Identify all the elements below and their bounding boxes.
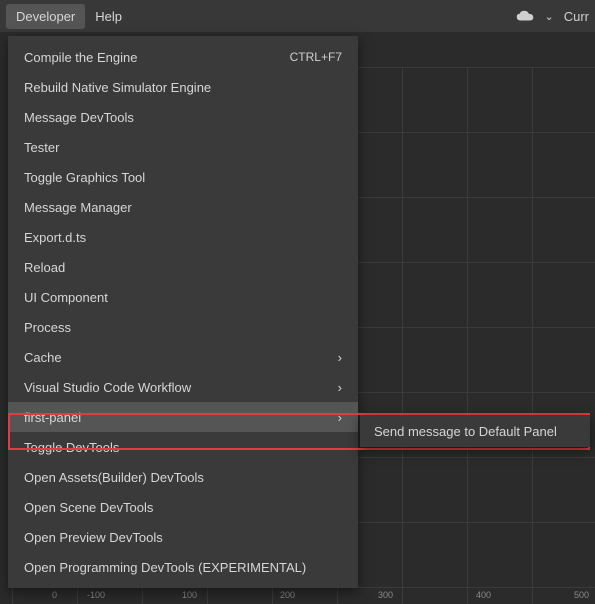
menubar: Developer Help ⌄ Curr xyxy=(0,0,595,32)
dropdown-item-label: UI Component xyxy=(24,290,342,305)
dropdown-item-label: Reload xyxy=(24,260,342,275)
dropdown-item-label: Toggle Graphics Tool xyxy=(24,170,342,185)
dropdown-item-shortcut: CTRL+F7 xyxy=(290,50,342,64)
ruler-horizontal: 0 -100 100 200 300 400 500 xyxy=(12,588,595,600)
dropdown-item-message-manager[interactable]: Message Manager xyxy=(8,192,358,222)
dropdown-item-label: Message Manager xyxy=(24,200,342,215)
submenu-item-label: Send message to Default Panel xyxy=(374,424,557,439)
dropdown-item-open-programming-devtools-experimental[interactable]: Open Programming DevTools (EXPERIMENTAL) xyxy=(8,552,358,582)
dropdown-item-label: Export.d.ts xyxy=(24,230,342,245)
chevron-right-icon: › xyxy=(338,350,342,365)
ruler-tick: 200 xyxy=(280,590,295,600)
dropdown-item-message-devtools[interactable]: Message DevTools xyxy=(8,102,358,132)
chevron-right-icon: › xyxy=(338,380,342,395)
dropdown-item-label: Visual Studio Code Workflow xyxy=(24,380,330,395)
dropdown-item-label: Process xyxy=(24,320,342,335)
dropdown-item-label: first-panel xyxy=(24,410,330,425)
dropdown-item-visual-studio-code-workflow[interactable]: Visual Studio Code Workflow › xyxy=(8,372,358,402)
menubar-right: ⌄ Curr xyxy=(515,9,590,24)
ruler-tick: -100 xyxy=(87,590,105,600)
ruler-tick: 400 xyxy=(476,590,491,600)
dropdown-item-toggle-devtools[interactable]: Toggle DevTools xyxy=(8,432,358,462)
dropdown-item-label: Tester xyxy=(24,140,342,155)
dropdown-item-tester[interactable]: Tester xyxy=(8,132,358,162)
dropdown-item-label: Message DevTools xyxy=(24,110,342,125)
menubar-item-developer[interactable]: Developer xyxy=(6,4,85,29)
cloud-icon[interactable] xyxy=(515,10,535,22)
dropdown-item-process[interactable]: Process xyxy=(8,312,358,342)
submenu-panel[interactable]: Send message to Default Panel xyxy=(360,415,590,447)
ruler-tick: 300 xyxy=(378,590,393,600)
dropdown-item-label: Compile the Engine xyxy=(24,50,290,65)
right-label: Curr xyxy=(564,9,589,24)
dropdown-item-label: Open Assets(Builder) DevTools xyxy=(24,470,342,485)
dropdown-item-open-preview-devtools[interactable]: Open Preview DevTools xyxy=(8,522,358,552)
dropdown-item-open-scene-devtools[interactable]: Open Scene DevTools xyxy=(8,492,358,522)
menubar-item-help[interactable]: Help xyxy=(85,4,132,29)
dropdown-item-compile-the-engine[interactable]: Compile the EngineCTRL+F7 xyxy=(8,42,358,72)
dropdown-item-open-assets-builder-devtools[interactable]: Open Assets(Builder) DevTools xyxy=(8,462,358,492)
dropdown-item-label: Toggle DevTools xyxy=(24,440,342,455)
dropdown-item-label: Open Programming DevTools (EXPERIMENTAL) xyxy=(24,560,342,575)
chevron-right-icon: › xyxy=(338,410,342,425)
ruler-tick: 500 xyxy=(574,590,589,600)
dropdown-item-rebuild-native-simulator-engine[interactable]: Rebuild Native Simulator Engine xyxy=(8,72,358,102)
dropdown-item-first-panel[interactable]: first-panel › xyxy=(8,402,358,432)
ruler-tick: 100 xyxy=(182,590,197,600)
dropdown-item-reload[interactable]: Reload xyxy=(8,252,358,282)
dropdown-item-label: Open Preview DevTools xyxy=(24,530,342,545)
dropdown-item-label: Cache xyxy=(24,350,330,365)
chevron-down-icon[interactable]: ⌄ xyxy=(545,10,554,23)
dropdown-item-ui-component[interactable]: UI Component xyxy=(8,282,358,312)
dropdown-item-cache[interactable]: Cache › xyxy=(8,342,358,372)
dropdown-item-export-d-ts[interactable]: Export.d.ts xyxy=(8,222,358,252)
ruler-tick: 0 xyxy=(52,590,57,600)
developer-dropdown: Compile the EngineCTRL+F7 Rebuild Native … xyxy=(8,36,358,588)
dropdown-item-label: Open Scene DevTools xyxy=(24,500,342,515)
dropdown-item-toggle-graphics-tool[interactable]: Toggle Graphics Tool xyxy=(8,162,358,192)
dropdown-item-label: Rebuild Native Simulator Engine xyxy=(24,80,342,95)
